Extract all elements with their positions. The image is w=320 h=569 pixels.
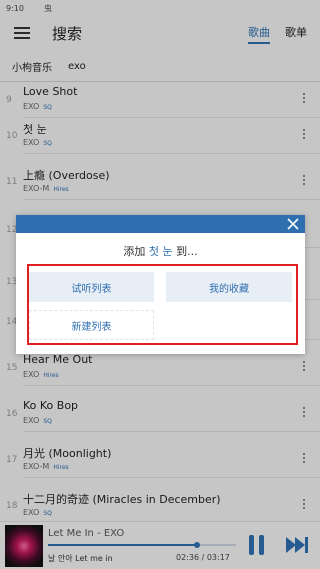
my-favorites-button[interactable]: 我的收藏 <box>166 272 292 302</box>
dialog-message: 添加 첫 눈 到... <box>123 245 198 258</box>
dialog-header <box>16 215 305 233</box>
trial-list-button[interactable]: 试听列表 <box>29 272 154 302</box>
dialog-song-name: 첫 눈 <box>148 245 173 258</box>
close-icon[interactable] <box>287 218 299 230</box>
add-to-dialog: 添加 첫 눈 到... 试听列表 我的收藏 新建列表 <box>16 215 305 354</box>
new-list-button[interactable]: 新建列表 <box>29 310 154 340</box>
